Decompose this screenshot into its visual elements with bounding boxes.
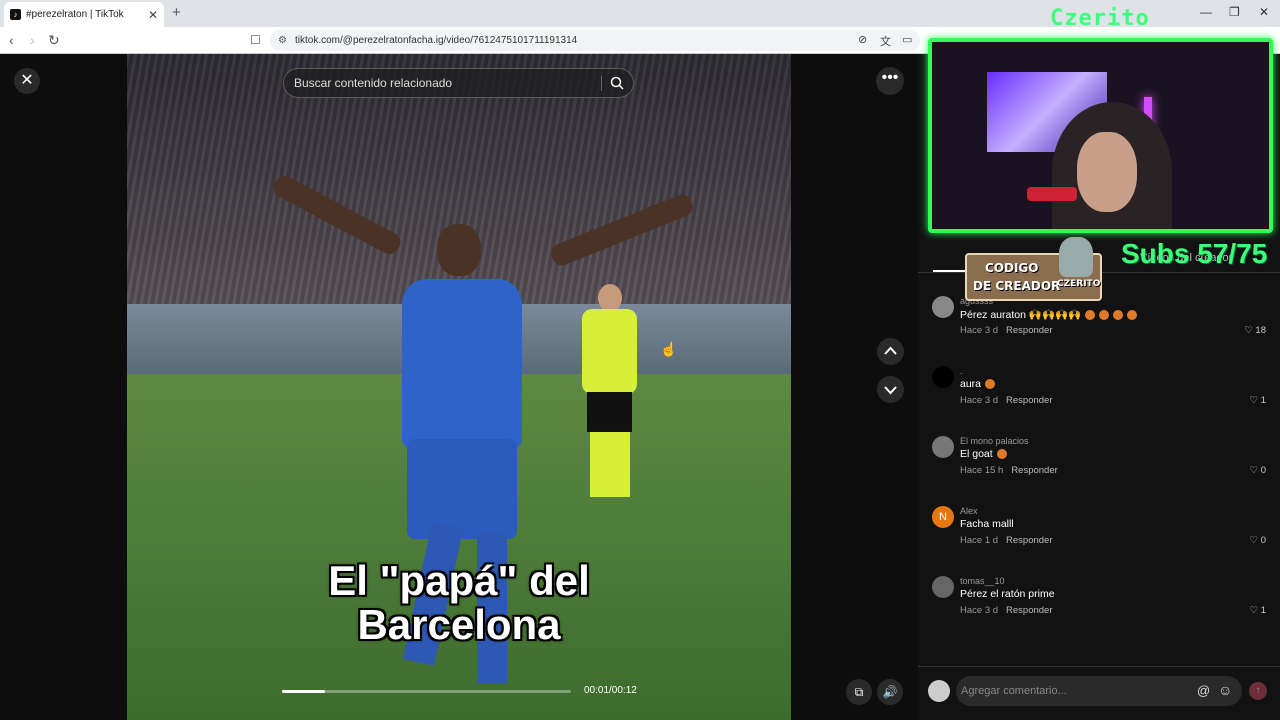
video-time: 00:01/00:12 xyxy=(584,685,637,696)
comment-input-box: @ ☺ xyxy=(956,676,1242,706)
browser-tab[interactable]: ♪ #perezelraton | TikTok ✕ xyxy=(4,2,164,27)
comment-input[interactable] xyxy=(956,676,1186,706)
comment-username[interactable]: . xyxy=(960,366,963,376)
caption-line-1: El "papá" del xyxy=(328,557,590,604)
input-divider xyxy=(918,666,1280,667)
close-viewer-button[interactable]: ✕ xyxy=(14,68,40,94)
streamer-name: Czerito xyxy=(1050,6,1150,31)
window-close-button[interactable]: ✕ xyxy=(1259,5,1269,19)
emoji-icon[interactable]: ☺ xyxy=(1218,682,1232,698)
minimize-button[interactable]: — xyxy=(1200,5,1212,19)
like-count: 0 xyxy=(1260,535,1266,546)
reply-button[interactable]: Responder xyxy=(1006,605,1052,616)
tiktok-favicon-icon: ♪ xyxy=(10,9,21,20)
comment-meta: Hace 3 d Responder xyxy=(960,395,1053,406)
search-icon[interactable] xyxy=(610,76,624,90)
fire-emoji-icon xyxy=(1127,310,1138,321)
video-progress-bar[interactable] xyxy=(282,690,571,693)
comment-meta: Hace 15 h Responder xyxy=(960,465,1058,476)
comment-username[interactable]: tomas__10 xyxy=(960,576,1005,586)
next-video-button[interactable] xyxy=(877,376,904,403)
miniplayer-icon[interactable]: ⧉ xyxy=(846,679,872,705)
related-search-bar xyxy=(283,68,634,98)
code-brand: CZERITO xyxy=(1057,279,1101,289)
like-count: 1 xyxy=(1260,605,1266,616)
like-count: 1 xyxy=(1260,395,1266,406)
referee-figure xyxy=(582,284,637,504)
like-count: 0 xyxy=(1260,465,1266,476)
reply-button[interactable]: Responder xyxy=(1006,325,1052,336)
related-search-input[interactable] xyxy=(284,69,599,97)
reply-button[interactable]: Responder xyxy=(1006,535,1052,546)
video-progress-fill xyxy=(282,690,326,693)
site-info-icon[interactable]: ⚙ xyxy=(278,30,287,51)
like-button[interactable]: ♡ 0 xyxy=(1250,535,1266,546)
avatar[interactable]: N xyxy=(932,506,954,528)
avatar xyxy=(928,680,950,702)
fire-emoji-icon xyxy=(1099,310,1110,321)
mention-icon[interactable]: @ xyxy=(1197,683,1210,698)
more-options-button[interactable]: ••• xyxy=(876,67,904,95)
comment-time: Hace 15 h xyxy=(960,465,1004,476)
forward-button[interactable]: › xyxy=(30,32,35,48)
subs-counter: Subs 57/75 xyxy=(1121,238,1268,269)
post-comment-button[interactable]: ↑ xyxy=(1249,682,1267,700)
comment-meta: Hace 3 d Responder xyxy=(960,325,1053,336)
like-button[interactable]: ♡ 1 xyxy=(1250,605,1266,616)
code-line-1: CODIGO xyxy=(985,261,1039,275)
comment-text: Pérez el ratón prime xyxy=(960,588,1055,600)
maximize-button[interactable]: ❐ xyxy=(1229,5,1240,19)
tab-title: #perezelraton | TikTok xyxy=(26,9,124,20)
url-field[interactable]: ⚙ tiktok.com/@perezelratonfacha.ig/video… xyxy=(270,30,920,51)
code-line-2: DE CREADOR xyxy=(973,279,1061,293)
comment-time: Hace 1 d xyxy=(960,535,999,546)
comment-text: El goat xyxy=(960,448,1007,460)
cast-icon[interactable]: ▭ xyxy=(902,33,912,46)
video-caption: El "papá" del Barcelona xyxy=(127,559,791,647)
like-button[interactable]: ♡ 0 xyxy=(1250,465,1266,476)
comment-time: Hace 3 d xyxy=(960,605,999,616)
avatar[interactable] xyxy=(932,576,954,598)
volume-icon[interactable]: 🔊 xyxy=(877,679,903,705)
reload-button[interactable]: ↻ xyxy=(48,32,60,49)
bookmark-icon[interactable]: ☐ xyxy=(250,33,261,47)
reply-button[interactable]: Responder xyxy=(1011,465,1057,476)
fire-emoji-icon xyxy=(1085,310,1096,321)
comment-meta: Hace 3 d Responder xyxy=(960,605,1053,616)
like-button[interactable]: ♡ 1 xyxy=(1250,395,1266,406)
creator-code-badge: CODIGO DE CREADOR CZERITO xyxy=(965,237,1102,301)
video-viewer: ✕ El "papá" del Barcelona ••• xyxy=(0,54,918,720)
comment-text: Pérez auraton 🙌🙌🙌🙌 xyxy=(960,308,1138,321)
caption-line-2: Barcelona xyxy=(357,601,561,648)
video-player[interactable]: El "papá" del Barcelona xyxy=(127,54,791,720)
mouse-cursor-icon: ☝ xyxy=(660,341,678,357)
comment-time: Hace 3 d xyxy=(960,395,999,406)
previous-video-button[interactable] xyxy=(877,338,904,365)
comment-text: Facha malll xyxy=(960,518,1014,530)
fire-emoji-icon xyxy=(985,379,996,390)
avatar[interactable] xyxy=(932,436,954,458)
new-tab-button[interactable]: + xyxy=(172,4,181,21)
comment-username[interactable]: Alex xyxy=(960,506,978,516)
comment-username[interactable]: El mono palacios xyxy=(960,436,1029,446)
comment-text: aura xyxy=(960,378,996,390)
comment-time: Hace 3 d xyxy=(960,325,999,336)
search-divider xyxy=(601,76,602,91)
avatar[interactable] xyxy=(932,366,954,388)
webcam-overlay xyxy=(928,38,1273,233)
fire-emoji-icon xyxy=(1113,310,1124,321)
reply-button[interactable]: Responder xyxy=(1006,395,1052,406)
back-button[interactable]: ‹ xyxy=(9,32,14,48)
tab-close-icon[interactable]: ✕ xyxy=(148,8,158,22)
mascot-icon xyxy=(1059,237,1093,277)
url-text: tiktok.com/@perezelratonfacha.ig/video/7… xyxy=(295,35,578,46)
like-count: 18 xyxy=(1255,325,1266,336)
translate-icon[interactable]: 文 xyxy=(880,33,891,49)
fire-emoji-icon xyxy=(996,449,1007,460)
avatar[interactable] xyxy=(932,296,954,318)
extension-icon[interactable]: ⊘ xyxy=(858,33,867,46)
comment-meta: Hace 1 d Responder xyxy=(960,535,1053,546)
like-button[interactable]: ♡ 18 xyxy=(1244,325,1266,336)
